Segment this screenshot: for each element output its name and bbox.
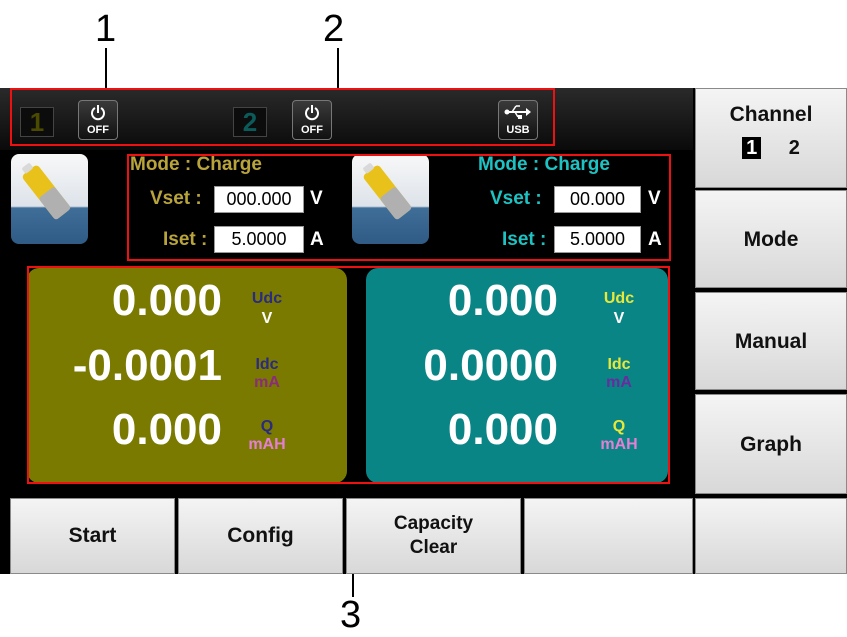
- manual-softkey-label: Manual: [734, 330, 808, 353]
- mode-softkey-label: Mode: [743, 228, 799, 251]
- callout-1: 1: [95, 8, 117, 50]
- empty-softkey-2[interactable]: [695, 498, 847, 574]
- capacity-clear-softkey[interactable]: Capacity Clear: [346, 498, 521, 574]
- config-softkey[interactable]: Config: [178, 498, 343, 574]
- channel-selector: 1 2: [696, 137, 846, 160]
- highlight-box-status-bar: [10, 88, 555, 146]
- start-softkey[interactable]: Start: [10, 498, 175, 574]
- highlight-box-settings: [127, 154, 671, 261]
- empty-softkey-1[interactable]: [524, 498, 693, 574]
- capacity-clear-line2: Clear: [409, 537, 458, 558]
- callout-2: 2: [323, 8, 345, 50]
- graph-softkey[interactable]: Graph: [695, 394, 847, 494]
- start-softkey-label: Start: [68, 524, 117, 547]
- config-softkey-label: Config: [227, 524, 294, 547]
- ch1-battery-icon: [11, 154, 88, 244]
- manual-softkey[interactable]: Manual: [695, 292, 847, 390]
- capacity-clear-line1: Capacity: [393, 513, 474, 534]
- channel-option-1: 1: [742, 137, 762, 159]
- highlight-box-measurements: [27, 266, 670, 484]
- mode-softkey[interactable]: Mode: [695, 190, 847, 288]
- channel-option-2: 2: [788, 137, 800, 159]
- channel-softkey-label: Channel: [729, 103, 813, 126]
- callout-1-line: [105, 48, 107, 90]
- graph-softkey-label: Graph: [740, 433, 802, 456]
- instrument-screen: 1 OFF 2 OFF USB Mode: Charge Vset: 000…: [0, 88, 847, 574]
- callout-3: 3: [340, 594, 362, 636]
- channel-softkey[interactable]: Channel 1 2: [695, 88, 847, 188]
